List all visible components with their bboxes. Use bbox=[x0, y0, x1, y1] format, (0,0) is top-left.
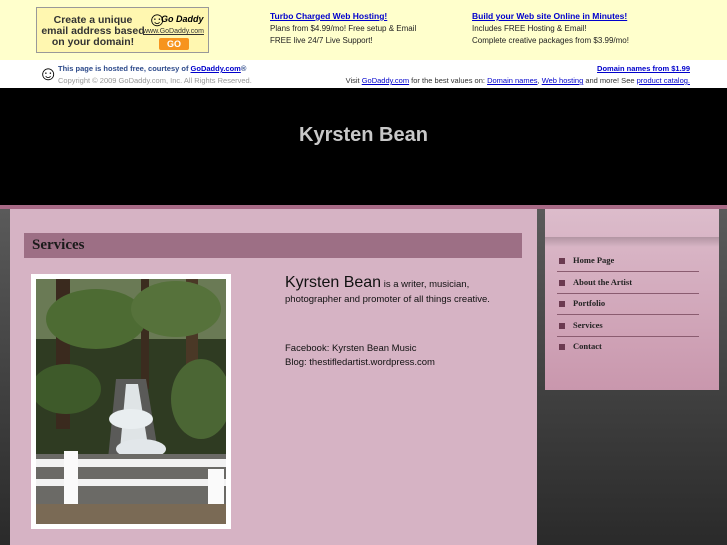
godaddy-brand: Go Daddy bbox=[161, 14, 204, 24]
nav-item-portfolio[interactable]: Portfolio bbox=[557, 294, 699, 315]
waterfall-image bbox=[36, 279, 226, 524]
website-builder-ad-line1: Includes FREE Hosting & Email! bbox=[472, 24, 587, 33]
email-ad-box[interactable]: Create a unique email address based on y… bbox=[36, 7, 209, 53]
sidebar-nav: Home Page About the Artist Portfolio Ser… bbox=[557, 251, 699, 358]
waterfall-photo bbox=[31, 274, 231, 529]
nav-item-home[interactable]: Home Page bbox=[557, 251, 699, 272]
bio-text: Kyrsten Bean is a writer, musician, phot… bbox=[285, 275, 515, 307]
product-catalog-link[interactable]: product catalog. bbox=[637, 76, 690, 85]
website-builder-ad: Build your Web site Online in Minutes! I… bbox=[472, 10, 629, 47]
domain-promo: Domain names from $1.99 bbox=[597, 64, 690, 73]
visit-mid2: and more! See bbox=[583, 76, 637, 85]
nav-label: About the Artist bbox=[573, 276, 633, 287]
nav-bullet-icon bbox=[559, 344, 565, 350]
website-builder-ad-link[interactable]: Build your Web site Online in Minutes! bbox=[472, 10, 629, 22]
domain-names-promo-link[interactable]: Domain names from $1.99 bbox=[597, 64, 690, 73]
sidebar: Home Page About the Artist Portfolio Ser… bbox=[545, 209, 719, 390]
nav-item-contact[interactable]: Contact bbox=[557, 337, 699, 357]
email-ad-text: Create a unique email address based on y… bbox=[41, 14, 145, 48]
nav-bullet-icon bbox=[559, 279, 565, 286]
nav-bullet-icon bbox=[559, 301, 565, 307]
nav-bullet-icon bbox=[559, 322, 565, 329]
reg-mark: ® bbox=[240, 64, 247, 73]
hosted-prefix: This page is hosted free, courtesy of bbox=[58, 64, 191, 73]
domain-names-link[interactable]: Domain names bbox=[487, 76, 537, 85]
facebook-text: Facebook: Kyrsten Bean Music bbox=[285, 343, 417, 354]
godaddy-logo[interactable]: ☺ Go Daddy www.GoDaddy.com GO bbox=[143, 10, 205, 50]
hosting-ad-line2: FREE live 24/7 Live Support! bbox=[270, 36, 373, 45]
blog-text: Blog: thestifledartist.wordpress.com bbox=[285, 357, 435, 368]
visit-mid: for the best values on: bbox=[409, 76, 488, 85]
visit-line: Visit GoDaddy.com for the best values on… bbox=[346, 76, 690, 85]
hosted-notice: This page is hosted free, courtesy of Go… bbox=[58, 64, 246, 73]
hosted-strip: ☺ This page is hosted free, courtesy of … bbox=[0, 60, 727, 88]
section-header: Services bbox=[24, 233, 522, 258]
visit-prefix: Visit bbox=[345, 76, 362, 85]
nav-label: Contact bbox=[573, 341, 602, 351]
hosted-godaddy-link[interactable]: GoDaddy.com bbox=[191, 64, 241, 73]
nav-bullet-icon bbox=[559, 258, 565, 264]
site-header: Kyrsten Bean bbox=[0, 88, 727, 206]
godaddy-mascot-icon: ☺ bbox=[38, 63, 59, 85]
nav-label: Home Page bbox=[573, 255, 615, 265]
site-title: Kyrsten Bean bbox=[299, 124, 428, 146]
nav-label: Services bbox=[573, 319, 603, 330]
go-button[interactable]: GO bbox=[159, 38, 189, 50]
ad-banner: Create a unique email address based on y… bbox=[0, 0, 727, 60]
nav-label: Portfolio bbox=[573, 298, 606, 308]
godaddy-url[interactable]: www.GoDaddy.com bbox=[143, 28, 204, 35]
nav-item-services[interactable]: Services bbox=[557, 316, 699, 337]
content-panel: Services Kyrsten Bean is a writer, music… bbox=[10, 209, 537, 545]
website-builder-ad-line2: Complete creative packages from $3.99/mo… bbox=[472, 36, 629, 45]
sidebar-shade bbox=[545, 237, 719, 247]
main-area: Services Kyrsten Bean is a writer, music… bbox=[0, 209, 727, 545]
hosting-ad-link[interactable]: Turbo Charged Web Hosting! bbox=[270, 10, 416, 22]
section-title: Services bbox=[32, 237, 85, 253]
hosting-ad-line1: Plans from $4.99/mo! Free setup & Email bbox=[270, 24, 417, 33]
copyright: Copyright © 2009 GoDaddy.com, Inc. All R… bbox=[58, 76, 252, 85]
hosting-ad: Turbo Charged Web Hosting! Plans from $4… bbox=[270, 10, 416, 47]
web-hosting-link[interactable]: Web hosting bbox=[542, 76, 584, 85]
contact-info: Facebook: Kyrsten Bean Music Blog: thest… bbox=[285, 342, 435, 370]
nav-item-about[interactable]: About the Artist bbox=[557, 273, 699, 294]
visit-godaddy-link[interactable]: GoDaddy.com bbox=[362, 76, 409, 85]
bio-name: Kyrsten Bean bbox=[285, 274, 382, 291]
